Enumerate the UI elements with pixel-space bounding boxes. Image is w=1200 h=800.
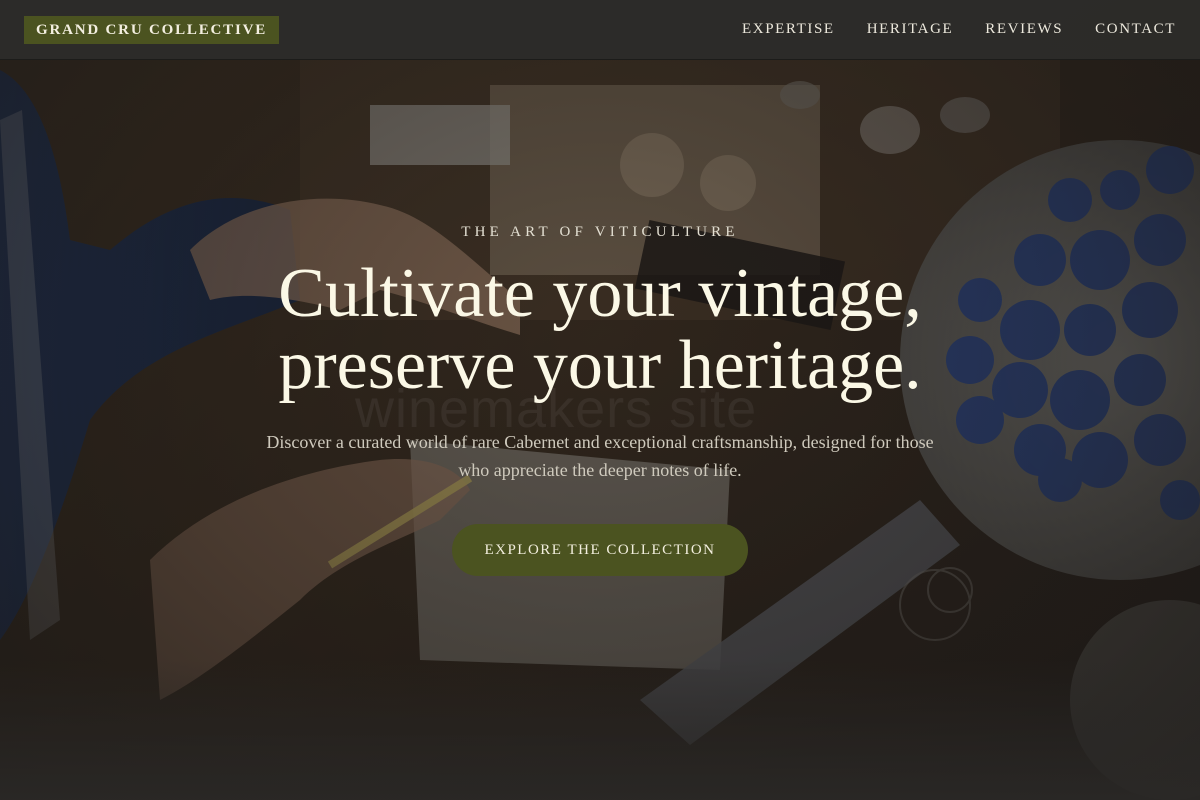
hero-description: Discover a curated world of rare Caberne… [250, 428, 950, 484]
nav-link-heritage[interactable]: HERITAGE [867, 21, 954, 38]
nav-link-contact[interactable]: CONTACT [1095, 21, 1176, 38]
hero-description-line-2: who appreciate the deeper notes of life. [458, 460, 742, 480]
hero-section: THE ART OF VITICULTURE Cultivate your vi… [0, 60, 1200, 800]
hero-headline-line-2: preserve your heritage. [278, 327, 922, 404]
explore-collection-button[interactable]: EXPLORE THE COLLECTION [452, 524, 748, 576]
nav-link-reviews[interactable]: REVIEWS [985, 21, 1063, 38]
main-navigation: EXPERTISE HERITAGE REVIEWS CONTACT [742, 21, 1176, 38]
brand-logo[interactable]: GRAND CRU COLLECTIVE [24, 15, 280, 44]
hero-eyebrow: THE ART OF VITICULTURE [461, 224, 739, 240]
hero-description-line-1: Discover a curated world of rare Caberne… [266, 432, 934, 452]
hero-headline: Cultivate your vintage, preserve your he… [0, 258, 1200, 402]
site-header: GRAND CRU COLLECTIVE EXPERTISE HERITAGE … [0, 0, 1200, 60]
hero-headline-line-1: Cultivate your vintage, [278, 255, 922, 332]
nav-link-expertise[interactable]: EXPERTISE [742, 21, 835, 38]
